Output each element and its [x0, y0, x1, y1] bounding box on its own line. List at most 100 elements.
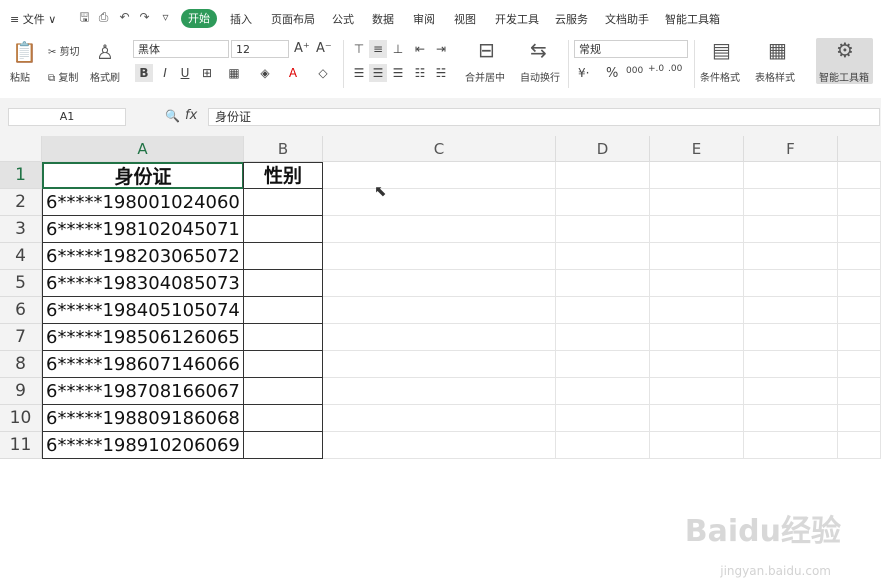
italic-button[interactable]: I — [156, 64, 174, 82]
cell-id[interactable]: 6*****198910206069 — [42, 432, 244, 459]
cell-id[interactable]: 6*****198809186068 — [42, 405, 244, 432]
cell[interactable] — [650, 243, 744, 270]
cell[interactable] — [556, 378, 650, 405]
cell[interactable] — [650, 162, 744, 189]
tab-formula[interactable]: 公式 — [332, 11, 354, 27]
tab-smart-toolbox[interactable]: 智能工具箱 — [665, 11, 720, 27]
cell[interactable] — [323, 378, 556, 405]
cell[interactable] — [744, 162, 838, 189]
font-color-icon[interactable]: A — [284, 64, 302, 82]
smart-toolbox-button[interactable]: ⚙ 智能工具箱 — [816, 38, 873, 84]
cell-a1-header[interactable]: 身份证 — [42, 162, 244, 189]
cell[interactable] — [744, 351, 838, 378]
cell-gender[interactable] — [243, 378, 323, 405]
cell[interactable] — [838, 378, 881, 405]
font-size-select[interactable]: 12 — [231, 40, 289, 58]
cell[interactable] — [650, 432, 744, 459]
tab-cloud[interactable]: 云服务 — [555, 11, 588, 27]
cell[interactable] — [323, 297, 556, 324]
row-header-3[interactable]: 3 — [0, 216, 42, 243]
fill-style-icon[interactable]: ▦ — [225, 64, 243, 82]
cell-gender[interactable] — [243, 351, 323, 378]
table-style-icon[interactable]: ▦ — [768, 38, 787, 62]
cell[interactable] — [838, 432, 881, 459]
cell[interactable] — [556, 324, 650, 351]
cell[interactable] — [650, 378, 744, 405]
zoom-icon[interactable]: 🔍 — [165, 109, 180, 123]
undo-icon[interactable]: ↶ — [118, 11, 131, 24]
cell[interactable] — [556, 405, 650, 432]
cell-gender[interactable] — [243, 216, 323, 243]
cell[interactable] — [744, 270, 838, 297]
file-menu[interactable]: ≡ 文件 ∨ — [10, 11, 56, 27]
cell-id[interactable]: 6*****198304085073 — [42, 270, 244, 297]
cell[interactable] — [744, 378, 838, 405]
cell[interactable] — [744, 189, 838, 216]
fx-button[interactable]: fx — [185, 108, 197, 123]
redo-icon[interactable]: ↷ — [138, 11, 151, 24]
cell[interactable] — [838, 297, 881, 324]
cell[interactable] — [323, 405, 556, 432]
print-icon[interactable]: ⎙ — [97, 11, 110, 24]
merge-center-icon[interactable]: ⊟ — [478, 38, 495, 62]
cell[interactable] — [556, 243, 650, 270]
cell[interactable] — [650, 351, 744, 378]
cell[interactable] — [650, 324, 744, 351]
table-style-button[interactable]: 表格样式 — [755, 69, 795, 84]
cell[interactable] — [556, 162, 650, 189]
cell[interactable] — [650, 270, 744, 297]
col-header-b[interactable]: B — [244, 136, 323, 162]
fill-color-icon[interactable]: ◈ — [256, 64, 274, 82]
cell-gender[interactable] — [243, 297, 323, 324]
cell-id[interactable]: 6*****198506126065 — [42, 324, 244, 351]
cell[interactable] — [650, 405, 744, 432]
cell[interactable] — [838, 324, 881, 351]
cell-id[interactable]: 6*****198708166067 — [42, 378, 244, 405]
copy-button[interactable]: ⧉ 复制 — [48, 69, 78, 84]
cell[interactable] — [744, 405, 838, 432]
tab-developer[interactable]: 开发工具 — [495, 11, 539, 27]
decrease-decimal-icon[interactable]: .00 — [668, 64, 682, 74]
tab-data[interactable]: 数据 — [372, 11, 394, 27]
cell[interactable] — [744, 432, 838, 459]
align-middle-icon[interactable]: ≡ — [369, 40, 387, 58]
cell[interactable] — [323, 162, 556, 189]
tab-start[interactable]: 开始 — [181, 9, 217, 28]
cell[interactable] — [650, 216, 744, 243]
row-header-11[interactable]: 11 — [0, 432, 42, 459]
col-header-next[interactable] — [838, 136, 881, 162]
justify-icon[interactable]: ☷ — [411, 64, 429, 82]
bold-button[interactable]: B — [135, 64, 153, 82]
number-format-select[interactable]: 常规 — [574, 40, 688, 58]
cell[interactable] — [556, 189, 650, 216]
cell[interactable] — [650, 189, 744, 216]
row-header-7[interactable]: 7 — [0, 324, 42, 351]
cell[interactable] — [323, 270, 556, 297]
formula-input[interactable]: 身份证 — [208, 108, 880, 126]
auto-wrap-icon[interactable]: ⇆ — [530, 38, 547, 62]
font-name-select[interactable]: 黑体 — [133, 40, 229, 58]
cell[interactable] — [323, 216, 556, 243]
align-bottom-icon[interactable]: ⊥ — [389, 40, 407, 58]
indent-decrease-icon[interactable]: ⇤ — [411, 40, 429, 58]
row-header-6[interactable]: 6 — [0, 297, 42, 324]
clear-format-icon[interactable]: ◇ — [314, 64, 332, 82]
cell[interactable] — [556, 270, 650, 297]
cell-gender[interactable] — [243, 324, 323, 351]
col-header-c[interactable]: C — [323, 136, 556, 162]
cell[interactable] — [838, 216, 881, 243]
select-all-corner[interactable] — [0, 136, 42, 162]
cell[interactable] — [838, 162, 881, 189]
tab-doc-assistant[interactable]: 文档助手 — [605, 11, 649, 27]
cell[interactable] — [838, 351, 881, 378]
cell[interactable] — [744, 243, 838, 270]
cell[interactable] — [323, 351, 556, 378]
cell[interactable] — [323, 432, 556, 459]
cell-gender[interactable] — [243, 189, 323, 216]
col-header-d[interactable]: D — [556, 136, 650, 162]
align-left-icon[interactable]: ☰ — [350, 64, 368, 82]
cond-format-button[interactable]: 条件格式 — [700, 69, 740, 84]
underline-button[interactable]: U — [176, 64, 194, 82]
row-header-8[interactable]: 8 — [0, 351, 42, 378]
col-header-a[interactable]: A — [42, 136, 244, 162]
